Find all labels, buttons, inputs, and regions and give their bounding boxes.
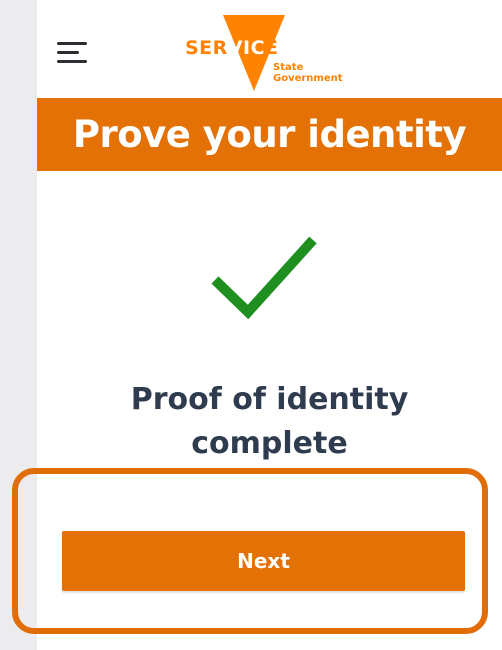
menu-line <box>57 60 87 63</box>
page-title: Prove your identity <box>72 113 467 156</box>
logo-subtitle-line: State <box>273 62 304 73</box>
logo-word-part: VIC <box>227 37 266 59</box>
menu-line <box>57 42 87 45</box>
logo-word-part: E <box>265 37 279 59</box>
menu-line <box>57 51 79 54</box>
completion-message: Proof of identity complete <box>130 382 409 461</box>
service-logo: SERVICE State Government <box>185 15 355 91</box>
checkmark-icon <box>211 236 317 320</box>
logo-subtitle-line: Government <box>273 73 343 84</box>
hamburger-menu-icon[interactable] <box>57 42 87 64</box>
page-title-banner: Prove your identity <box>37 98 502 171</box>
logo-word-part: SER <box>185 37 228 59</box>
app-header: SERVICE State Government <box>37 0 502 98</box>
logo-subtitle: State Government <box>273 62 343 84</box>
logo-wordmark: SERVICE <box>185 37 279 59</box>
screen: SERVICE State Government Prove your iden… <box>0 0 502 650</box>
next-button[interactable]: Next <box>62 531 465 591</box>
